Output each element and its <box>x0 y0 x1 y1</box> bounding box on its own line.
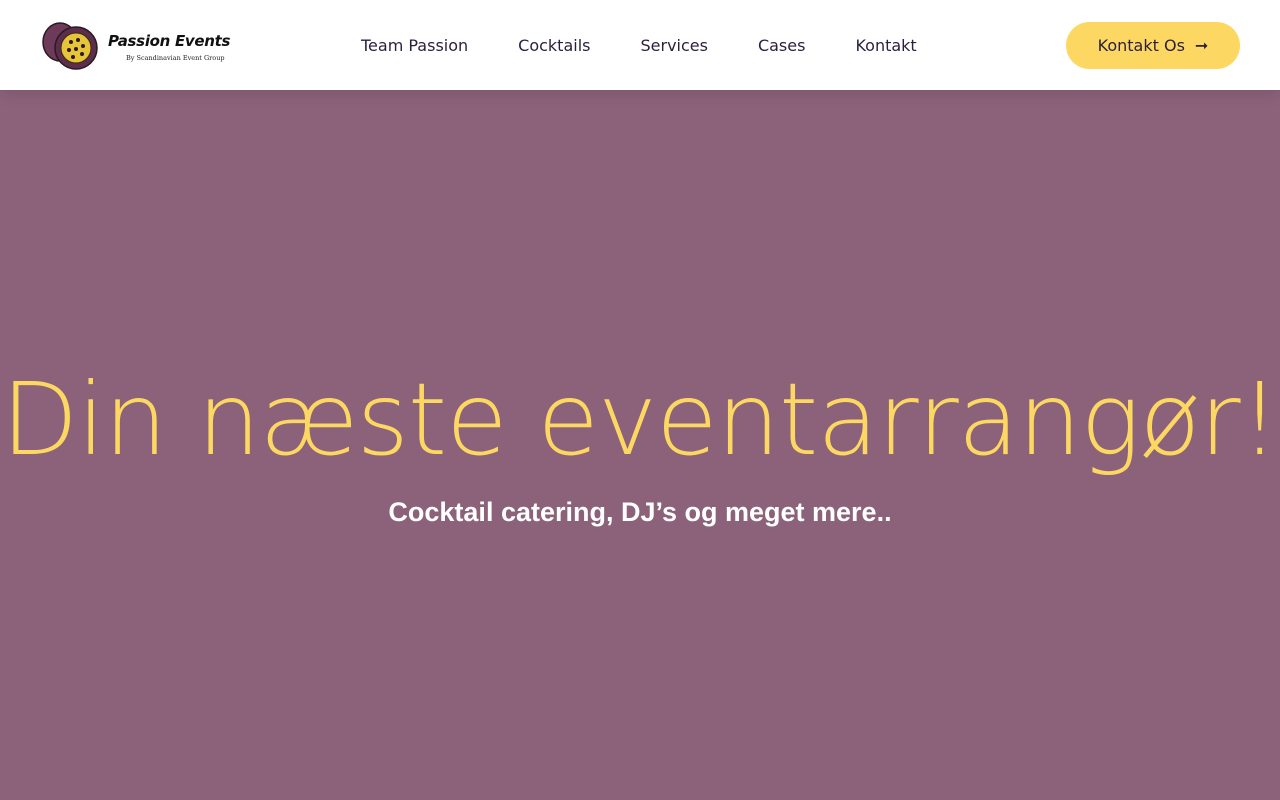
passion-fruit-logo-icon <box>42 22 98 70</box>
main-nav: Team Passion Cocktails Services Cases Ko… <box>361 0 917 90</box>
arrow-right-icon: ➞ <box>1194 36 1209 55</box>
nav-item-kontakt[interactable]: Kontakt <box>855 36 916 55</box>
page: Passion Events By Scandinavian Event Gro… <box>0 0 1280 800</box>
nav-item-cocktails[interactable]: Cocktails <box>518 36 590 55</box>
site-header: Passion Events By Scandinavian Event Gro… <box>0 0 1280 90</box>
hero-title: Din næste eventarrangør! <box>1 361 1280 478</box>
nav-item-cases[interactable]: Cases <box>758 36 806 55</box>
logo-name: Passion Events <box>108 32 231 50</box>
logo-link[interactable]: Passion Events By Scandinavian Event Gro… <box>40 20 230 72</box>
kontakt-os-label: Kontakt Os <box>1097 36 1185 55</box>
logo-tagline: By Scandinavian Event Group <box>126 54 225 62</box>
nav-item-team-passion[interactable]: Team Passion <box>361 36 468 55</box>
kontakt-os-button[interactable]: Kontakt Os ➞ <box>1066 22 1240 69</box>
hero-subtitle: Cocktail catering, DJ’s og meget mere.. <box>388 497 892 527</box>
nav-item-services[interactable]: Services <box>640 36 707 55</box>
